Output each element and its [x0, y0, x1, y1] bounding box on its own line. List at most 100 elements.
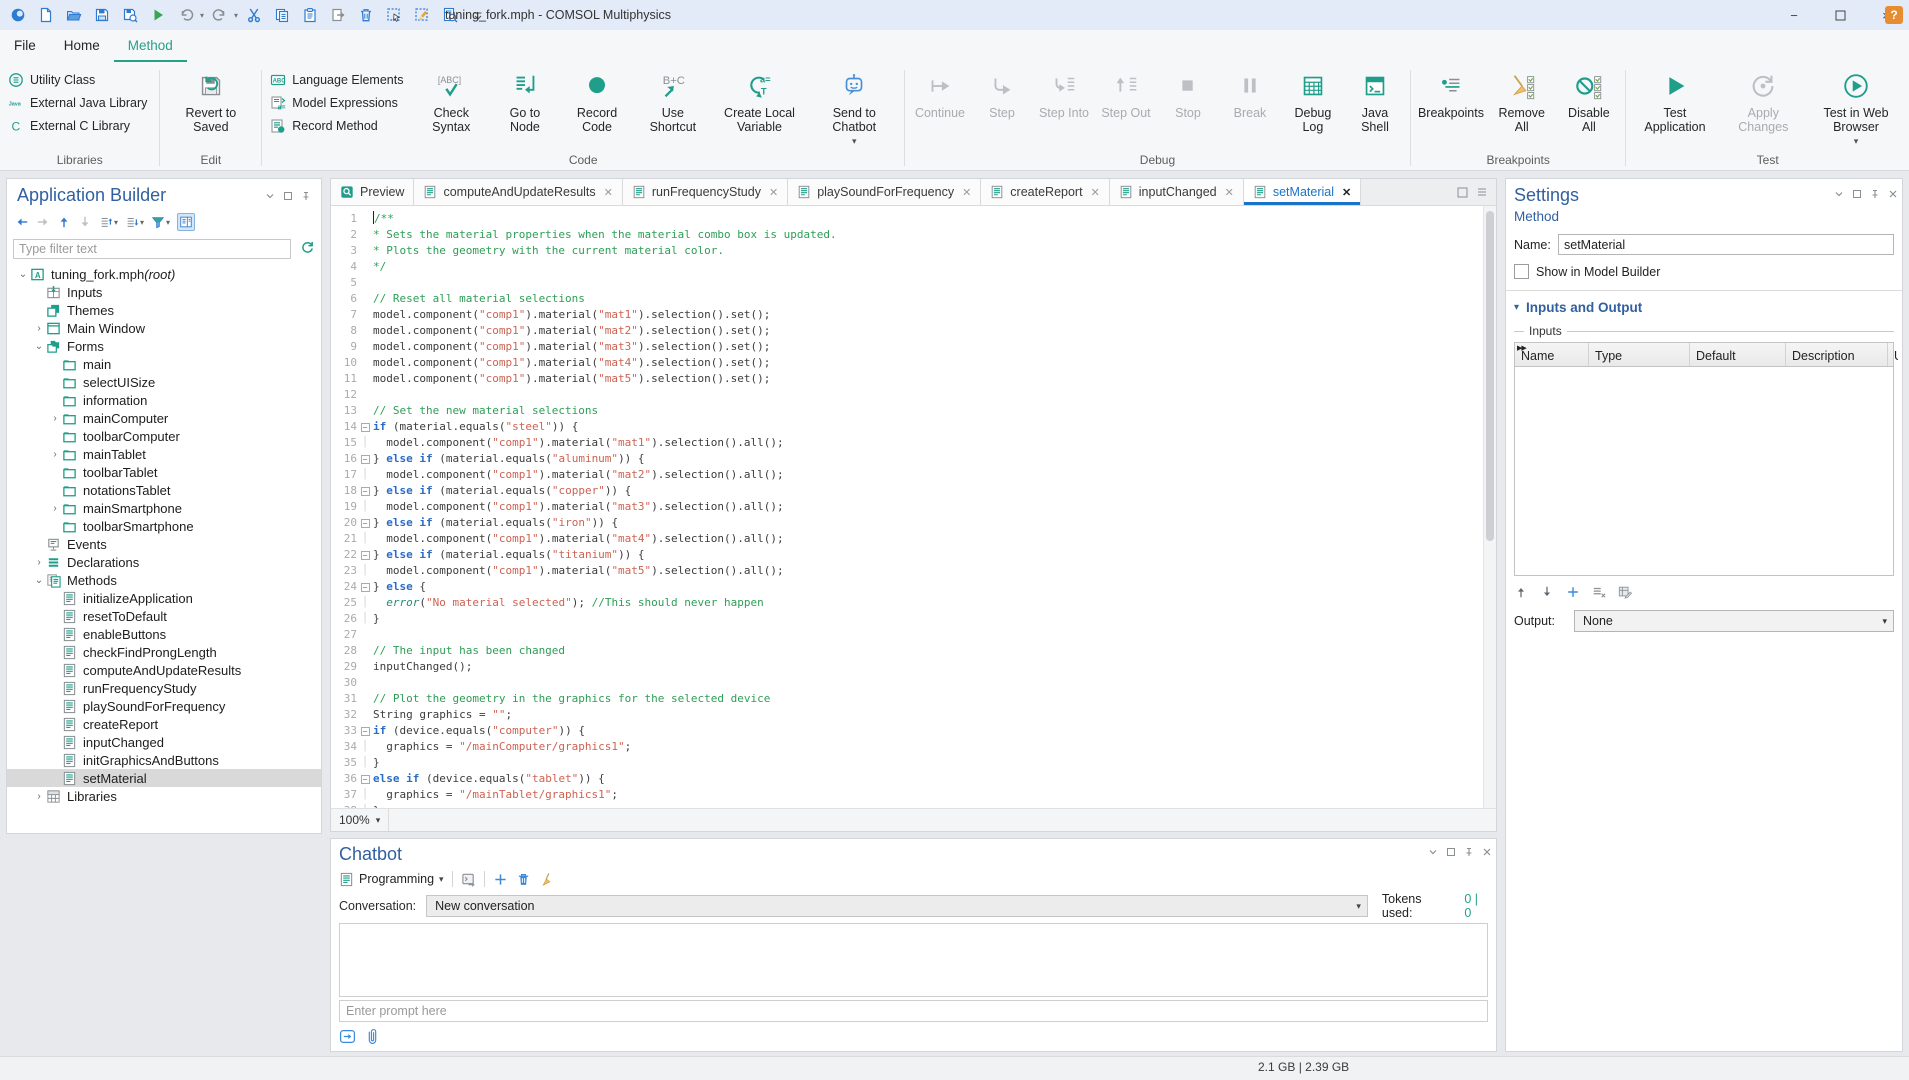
move-down-icon[interactable]	[1540, 585, 1554, 599]
ribbon-tab-home[interactable]: Home	[50, 30, 114, 62]
ribbon-button-test-in-web-browser[interactable]: Test in Web Browser▾	[1807, 64, 1905, 148]
ribbon-button-java-shell[interactable]: Java Shell	[1344, 64, 1406, 134]
tree-item-toolbarSmartphone[interactable]: toolbarSmartphone	[7, 517, 321, 535]
code-editor[interactable]: 1/**2* Sets the material properties when…	[330, 205, 1497, 808]
run-icon[interactable]	[146, 3, 170, 27]
editor-tab-Preview[interactable]: Preview	[331, 179, 414, 205]
ribbon-tab-file[interactable]: File	[0, 30, 50, 62]
chatbot-prompt-input[interactable]	[339, 1000, 1488, 1022]
editor-tab-runFrequencyStudy[interactable]: runFrequencyStudy✕	[623, 179, 788, 205]
tree-chevron-icon[interactable]: ›	[33, 323, 45, 334]
tree-chevron-icon[interactable]: ›	[33, 557, 45, 568]
arrow-left-icon[interactable]	[15, 215, 29, 229]
ribbon-button-record-code[interactable]: Record Code	[559, 64, 635, 134]
chatbot-mode-select[interactable]: Programming ▾	[339, 872, 444, 887]
close-tab-icon[interactable]: ✕	[1091, 186, 1100, 199]
tree-item-resetToDefault[interactable]: resetToDefault	[7, 607, 321, 625]
ribbon-button-use-shortcut[interactable]: B+CUse Shortcut	[635, 64, 710, 134]
expand-list-icon[interactable]: ▾	[125, 215, 144, 229]
editor-scrollbar[interactable]	[1483, 206, 1496, 808]
panel-chevron-icon[interactable]	[265, 191, 275, 201]
tree-item-toolbarTablet[interactable]: toolbarTablet	[7, 463, 321, 481]
tree-chevron-icon[interactable]: ›	[49, 413, 61, 424]
tree-item-inputChanged[interactable]: inputChanged	[7, 733, 321, 751]
chevron-down-icon[interactable]: ▾	[200, 11, 204, 20]
ribbon-button-language-elements[interactable]: ABCLanguage Elements	[266, 68, 407, 91]
panel-float-icon[interactable]	[1446, 847, 1456, 857]
close-tab-icon[interactable]: ✕	[1225, 186, 1234, 199]
tree-item-Methods[interactable]: ⌄Methods	[7, 571, 321, 589]
refresh-icon[interactable]	[300, 240, 315, 255]
tree-item-initializeApplication[interactable]: initializeApplication	[7, 589, 321, 607]
panel-float-icon[interactable]	[283, 191, 293, 201]
ribbon-button-send-to-chatbot[interactable]: Send to Chatbot▾	[808, 64, 900, 148]
tree-item-Forms[interactable]: ⌄Forms	[7, 337, 321, 355]
ribbon-button-remove-all[interactable]: Remove All	[1487, 64, 1556, 134]
editor-tab-createReport[interactable]: createReport✕	[981, 179, 1109, 205]
editor-tab-playSoundForFrequency[interactable]: playSoundForFrequency✕	[788, 179, 981, 205]
tree-item-mainSmartphone[interactable]: ›mainSmartphone	[7, 499, 321, 517]
filter-input[interactable]	[13, 239, 291, 259]
tree-chevron-icon[interactable]: ›	[33, 791, 45, 802]
tree-item-mainTablet[interactable]: ›mainTablet	[7, 445, 321, 463]
tree-item-initGraphicsAndButtons[interactable]: initGraphicsAndButtons	[7, 751, 321, 769]
help-button[interactable]: ?	[1885, 6, 1903, 24]
editor-tab-inputChanged[interactable]: inputChanged✕	[1110, 179, 1244, 205]
tree-item-setMaterial[interactable]: setMaterial	[7, 769, 321, 787]
delete-icon[interactable]	[354, 3, 378, 27]
tree-item-Events[interactable]: Events	[7, 535, 321, 553]
close-tab-icon[interactable]: ✕	[1342, 186, 1351, 199]
fold-toggle-icon[interactable]: −	[357, 723, 373, 739]
panel-pin-icon[interactable]	[1464, 847, 1474, 857]
panel-pin-icon[interactable]	[1870, 189, 1880, 199]
minimize-button[interactable]: −	[1771, 0, 1817, 30]
conversation-select[interactable]: New conversation ▾	[426, 895, 1368, 917]
ribbon-button-record-method[interactable]: Record Method	[266, 114, 407, 137]
fold-toggle-icon[interactable]: −	[357, 515, 373, 531]
ribbon-button-disable-all[interactable]: Disable All	[1556, 64, 1621, 134]
ribbon-button-revert-to-saved[interactable]: Revert to Saved	[164, 64, 257, 134]
inputs-table[interactable]: NameTypeDefaultDescriptionUr ▶▶	[1514, 342, 1894, 576]
tree-item-MainWindow[interactable]: ›Main Window	[7, 319, 321, 337]
tree-item-Themes[interactable]: Themes	[7, 301, 321, 319]
collapse-list-icon[interactable]: ▾	[99, 215, 118, 229]
tree-item-toolbarComputer[interactable]: toolbarComputer	[7, 427, 321, 445]
panel-view-icon[interactable]	[177, 213, 195, 231]
edit-table-icon[interactable]	[1618, 585, 1632, 599]
cut-icon[interactable]	[242, 3, 266, 27]
chevron-down-icon[interactable]: ▾	[234, 11, 238, 20]
new-conversation-icon[interactable]	[493, 872, 508, 887]
close-tab-icon[interactable]: ✕	[769, 186, 778, 199]
open-icon[interactable]	[62, 3, 86, 27]
comsol-logo-icon[interactable]	[6, 3, 30, 27]
send-prompt-icon[interactable]	[339, 1028, 356, 1045]
tree-chevron-icon[interactable]: ⌄	[33, 341, 45, 352]
fold-toggle-icon[interactable]: −	[357, 451, 373, 467]
panel-pin-icon[interactable]	[301, 191, 311, 201]
arrow-right-icon[interactable]	[36, 215, 50, 229]
send-to-shell-icon[interactable]	[461, 872, 476, 887]
ribbon-button-breakpoints[interactable]: Breakpoints	[1415, 64, 1487, 120]
tree-item-main[interactable]: main	[7, 355, 321, 373]
redo-icon[interactable]	[208, 3, 232, 27]
fold-toggle-icon[interactable]: −	[357, 579, 373, 595]
panel-float-icon[interactable]	[1852, 189, 1862, 199]
save-icon[interactable]	[90, 3, 114, 27]
tree-chevron-icon[interactable]: ›	[49, 503, 61, 514]
clear-conversation-icon[interactable]	[539, 872, 554, 887]
ribbon-button-check-syntax[interactable]: [ABC]Check Syntax	[411, 64, 491, 134]
tree-item-enableButtons[interactable]: enableButtons	[7, 625, 321, 643]
show-in-model-builder-checkbox[interactable]	[1514, 264, 1529, 279]
fold-toggle-icon[interactable]: −	[357, 771, 373, 787]
new-icon[interactable]	[34, 3, 58, 27]
panel-chevron-icon[interactable]	[1834, 189, 1844, 199]
tree-item-Libraries[interactable]: ›Libraries	[7, 787, 321, 805]
tree-item-selectUISize[interactable]: selectUISize	[7, 373, 321, 391]
delete-row-icon[interactable]	[1592, 585, 1606, 599]
tree-chevron-icon[interactable]: ⌄	[33, 575, 45, 586]
close-tab-icon[interactable]: ✕	[962, 186, 971, 199]
copy-icon[interactable]	[270, 3, 294, 27]
editor-tab-computeAndUpdateResults[interactable]: computeAndUpdateResults✕	[414, 179, 622, 205]
output-select[interactable]: None ▾	[1574, 610, 1894, 632]
tree-item-playSoundForFrequency[interactable]: playSoundForFrequency	[7, 697, 321, 715]
